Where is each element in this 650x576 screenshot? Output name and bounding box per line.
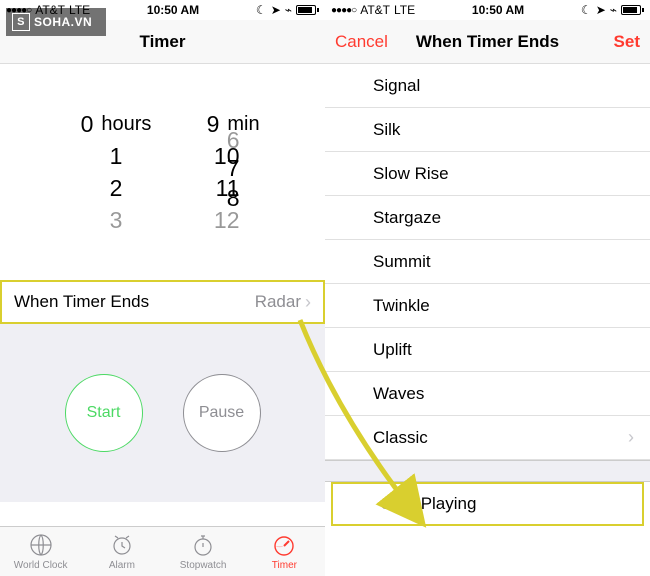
when-timer-ends-row[interactable]: When Timer Ends Radar › [0,280,325,324]
status-bar: ●●●●○ AT&T LTE 10:50 AM ☾ ➤ ⌁ [325,0,650,20]
battery-icon [621,5,644,15]
bluetooth-icon: ⌁ [285,3,292,17]
location-icon: ➤ [271,3,281,17]
chevron-right-icon: › [305,292,311,313]
sound-item-stargaze[interactable]: Stargaze [325,196,650,240]
watermark-badge: SSOHA.VN [6,8,106,36]
timer-icon [271,532,297,558]
when-ends-value: Radar [255,292,301,312]
sound-item-silk[interactable]: Silk [325,108,650,152]
timer-screen: ●●●●○ AT&T LTE 10:50 AM ☾ ➤ ⌁ . Timer . … [0,0,325,576]
signal-dots-icon: ●●●●○ [331,5,356,16]
timer-controls: Start Pause [0,324,325,502]
chevron-right-icon: › [628,427,634,448]
tab-bar: World Clock Alarm Stopwatch Timer [0,526,325,576]
tab-alarm[interactable]: Alarm [81,527,162,576]
moon-icon: ☾ [256,3,267,17]
sound-item-twinkle[interactable]: Twinkle [325,284,650,328]
tab-timer[interactable]: Timer [244,527,325,576]
status-time: 10:50 AM [472,3,524,17]
globe-icon [28,532,54,558]
tab-stopwatch[interactable]: Stopwatch [163,527,244,576]
sound-item-stop-playing[interactable]: Stop Playing [331,482,644,526]
time-picker[interactable]: 0hours 1 2 3 6 7 8 9min 10 11 12 [0,64,325,280]
pause-button[interactable]: Pause [183,374,261,452]
page-title: When Timer Ends [395,32,580,52]
location-icon: ➤ [596,3,606,17]
sound-item-waves[interactable]: Waves [325,372,650,416]
sound-list[interactable]: Signal Silk Slow Rise Stargaze Summit Tw… [325,64,650,526]
network-label: LTE [394,3,415,17]
bluetooth-icon: ⌁ [610,3,617,17]
hours-picker-column[interactable]: 0hours 1 2 3 [65,108,151,236]
sound-item-slow-rise[interactable]: Slow Rise [325,152,650,196]
when-ends-label: When Timer Ends [14,292,149,312]
minutes-picker-column[interactable]: 6 7 8 9min 10 11 12 [191,108,259,236]
stopwatch-icon [190,532,216,558]
set-button[interactable]: Set [580,32,640,52]
tab-world-clock[interactable]: World Clock [0,527,81,576]
sound-item-signal[interactable]: Signal [325,64,650,108]
cancel-button[interactable]: Cancel [335,32,395,52]
list-separator [325,460,650,482]
sound-select-screen: ●●●●○ AT&T LTE 10:50 AM ☾ ➤ ⌁ Cancel Whe… [325,0,650,576]
alarm-icon [109,532,135,558]
battery-icon [296,5,319,15]
status-time: 10:50 AM [147,3,199,17]
nav-bar: Cancel When Timer Ends Set [325,20,650,64]
sound-item-summit[interactable]: Summit [325,240,650,284]
start-button[interactable]: Start [65,374,143,452]
sound-item-uplift[interactable]: Uplift [325,328,650,372]
moon-icon: ☾ [581,3,592,17]
carrier-label: AT&T [360,3,390,17]
sound-item-classic[interactable]: Classic› [325,416,650,460]
